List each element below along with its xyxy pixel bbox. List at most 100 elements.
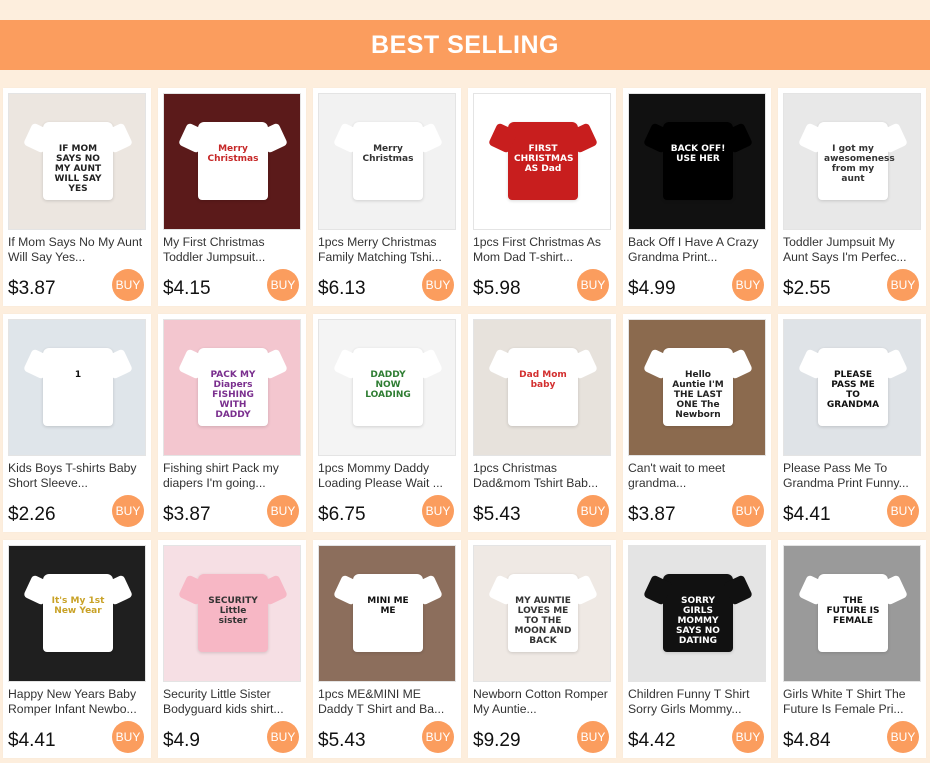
product-price: $4.15 [163,278,211,299]
product-image[interactable]: I got my awesomeness from my aunt [783,93,921,230]
buy-button[interactable]: BUY [422,269,454,301]
product-price: $9.29 [473,730,521,751]
product-image[interactable]: MINI ME ME [318,545,456,682]
shirt-print-text: Hello Auntie I'M THE LAST ONE The Newbor… [672,370,724,420]
buy-button[interactable]: BUY [267,721,299,753]
buy-button[interactable]: BUY [732,269,764,301]
product-price: $4.84 [783,730,831,751]
tshirt-icon: 1 [43,348,113,426]
tshirt-icon: PACK MY Diapers FISHING WITH DADDY [198,348,268,426]
product-title[interactable]: Security Little Sister Bodyguard kids sh… [163,687,301,717]
product-image[interactable]: SORRY GIRLS MOMMY SAYS NO DATING [628,545,766,682]
product-price: $3.87 [163,504,211,525]
product-card[interactable]: SECURITY Little sister Security Little Si… [158,540,306,758]
shirt-print-text: MINI ME ME [367,596,409,616]
product-title[interactable]: Please Pass Me To Grandma Print Funny... [783,461,921,491]
product-title[interactable]: 1pcs ME&MINI ME Daddy T Shirt and Ba... [318,687,456,717]
product-card[interactable]: IF MOM SAYS NO MY AUNT WILL SAY YES If Mo… [3,88,151,306]
shirt-print-text: FIRST CHRISTMAS AS Dad [514,144,574,174]
buy-button[interactable]: BUY [112,269,144,301]
buy-button[interactable]: BUY [422,721,454,753]
product-title[interactable]: If Mom Says No My Aunt Will Say Yes... [8,235,146,265]
product-title[interactable]: 1pcs Merry Christmas Family Matching Tsh… [318,235,456,265]
product-image[interactable]: BACK OFF! USE HER [628,93,766,230]
product-card[interactable]: SORRY GIRLS MOMMY SAYS NO DATING Children… [623,540,771,758]
product-card[interactable]: I got my awesomeness from my aunt Toddler… [778,88,926,306]
tshirt-icon: SECURITY Little sister [198,574,268,652]
shirt-print-text: PLEASE PASS ME TO GRANDMA [826,370,880,410]
product-image[interactable]: It's My 1st New Year [8,545,146,682]
buy-button[interactable]: BUY [577,721,609,753]
buy-button[interactable]: BUY [112,721,144,753]
buy-button[interactable]: BUY [267,269,299,301]
product-card[interactable]: Merry Christmas 1pcs Merry Christmas Fami… [313,88,461,306]
product-card[interactable]: Merry Christmas My First Christmas Toddle… [158,88,306,306]
buy-button[interactable]: BUY [577,495,609,527]
product-card[interactable]: FIRST CHRISTMAS AS Dad 1pcs First Christm… [468,88,616,306]
shirt-print-text: PACK MY Diapers FISHING WITH DADDY [210,370,256,420]
product-card[interactable]: PACK MY Diapers FISHING WITH DADDY Fishin… [158,314,306,532]
product-image[interactable]: PLEASE PASS ME TO GRANDMA [783,319,921,456]
buy-button[interactable]: BUY [887,721,919,753]
product-title[interactable]: Girls White T Shirt The Future Is Female… [783,687,921,717]
buy-button[interactable]: BUY [112,495,144,527]
product-card[interactable]: Hello Auntie I'M THE LAST ONE The Newbor… [623,314,771,532]
buy-button[interactable]: BUY [267,495,299,527]
buy-button[interactable]: BUY [732,721,764,753]
buy-button[interactable]: BUY [732,495,764,527]
product-title[interactable]: Can't wait to meet grandma... [628,461,766,491]
tshirt-icon: Hello Auntie I'M THE LAST ONE The Newbor… [663,348,733,426]
product-card[interactable]: BACK OFF! USE HER Back Off I Have A Crazy… [623,88,771,306]
tshirt-icon: It's My 1st New Year [43,574,113,652]
product-image[interactable]: Merry Christmas [318,93,456,230]
product-title[interactable]: 1pcs Christmas Dad&mom Tshirt Bab... [473,461,611,491]
product-card[interactable]: DADDY NOW LOADING 1pcs Mommy Daddy Loadin… [313,314,461,532]
product-title[interactable]: My First Christmas Toddler Jumpsuit... [163,235,301,265]
product-card[interactable]: Dad Mom baby 1pcs Christmas Dad&mom Tshir… [468,314,616,532]
product-image[interactable]: Merry Christmas [163,93,301,230]
buy-button[interactable]: BUY [422,495,454,527]
product-title[interactable]: Back Off I Have A Crazy Grandma Print... [628,235,766,265]
shirt-print-text: MY AUNTIE LOVES ME TO THE MOON AND BACK [514,596,572,646]
product-price: $5.43 [318,730,366,751]
product-card[interactable]: THE FUTURE IS FEMALE Girls White T Shirt … [778,540,926,758]
product-card[interactable]: PLEASE PASS ME TO GRANDMA Please Pass Me … [778,314,926,532]
product-price: $5.43 [473,504,521,525]
section-title: BEST SELLING [371,30,559,59]
buy-button[interactable]: BUY [887,269,919,301]
product-title[interactable]: 1pcs Mommy Daddy Loading Please Wait ... [318,461,456,491]
tshirt-icon: Dad Mom baby [508,348,578,426]
product-card[interactable]: 1 Kids Boys T-shirts Baby Short Sleeve...… [3,314,151,532]
product-title[interactable]: 1pcs First Christmas As Mom Dad T-shirt.… [473,235,611,265]
product-title[interactable]: Happy New Years Baby Romper Infant Newbo… [8,687,146,717]
tshirt-icon: MY AUNTIE LOVES ME TO THE MOON AND BACK [508,574,578,652]
product-image[interactable]: IF MOM SAYS NO MY AUNT WILL SAY YES [8,93,146,230]
product-price: $5.98 [473,278,521,299]
product-title[interactable]: Children Funny T Shirt Sorry Girls Mommy… [628,687,766,717]
product-image[interactable]: SECURITY Little sister [163,545,301,682]
product-image[interactable]: Dad Mom baby [473,319,611,456]
product-image[interactable]: FIRST CHRISTMAS AS Dad [473,93,611,230]
product-image[interactable]: MY AUNTIE LOVES ME TO THE MOON AND BACK [473,545,611,682]
shirt-print-text: BACK OFF! USE HER [670,144,726,164]
product-title[interactable]: Fishing shirt Pack my diapers I'm going.… [163,461,301,491]
product-card[interactable]: It's My 1st New Year Happy New Years Baby… [3,540,151,758]
product-card[interactable]: MINI ME ME 1pcs ME&MINI ME Daddy T Shirt … [313,540,461,758]
shirt-print-text: 1 [74,370,82,380]
product-image[interactable]: THE FUTURE IS FEMALE [783,545,921,682]
shirt-print-text: I got my awesomeness from my aunt [824,144,895,184]
product-image[interactable]: DADDY NOW LOADING [318,319,456,456]
product-title[interactable]: Toddler Jumpsuit My Aunt Says I'm Perfec… [783,235,921,265]
product-title[interactable]: Kids Boys T-shirts Baby Short Sleeve... [8,461,146,491]
buy-button[interactable]: BUY [887,495,919,527]
tshirt-icon: FIRST CHRISTMAS AS Dad [508,122,578,200]
buy-button[interactable]: BUY [577,269,609,301]
shirt-print-text: Merry Christmas [207,144,259,164]
product-image[interactable]: 1 [8,319,146,456]
shirt-print-text: Merry Christmas [362,144,414,164]
product-image[interactable]: PACK MY Diapers FISHING WITH DADDY [163,319,301,456]
product-title[interactable]: Newborn Cotton Romper My Auntie... [473,687,611,717]
product-price: $3.87 [628,504,676,525]
product-image[interactable]: Hello Auntie I'M THE LAST ONE The Newbor… [628,319,766,456]
product-card[interactable]: MY AUNTIE LOVES ME TO THE MOON AND BACK N… [468,540,616,758]
